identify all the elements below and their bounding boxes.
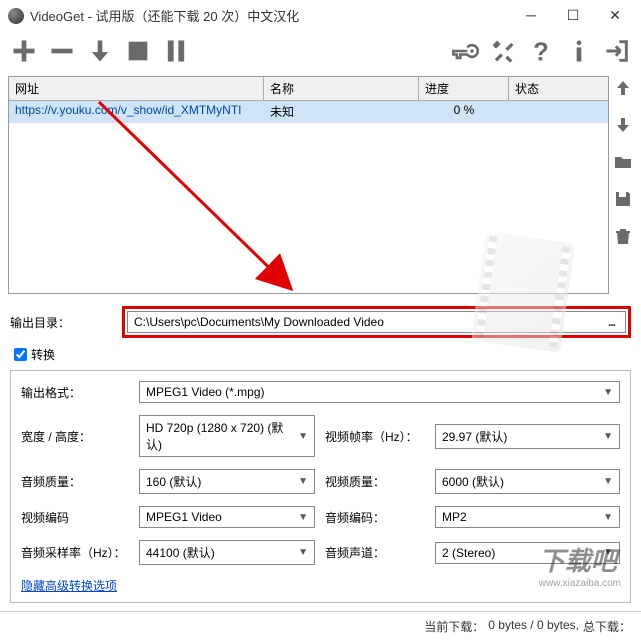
settings-icon[interactable] [489, 37, 517, 68]
col-url[interactable]: 网址 [9, 77, 264, 100]
help-icon[interactable]: ? [527, 37, 555, 68]
width-height-label: 宽度 / 高度： [21, 428, 129, 445]
outdir-value: C:\Users\pc\Documents\My Downloaded Vide… [134, 315, 604, 329]
info-icon[interactable] [565, 37, 593, 68]
width-height-select[interactable]: HD 720p (1280 x 720) (默认)▼ [139, 415, 315, 457]
video-codec-select[interactable]: MPEG1 Video▼ [139, 506, 315, 528]
outdir-highlight: C:\Users\pc\Documents\My Downloaded Vide… [122, 306, 631, 338]
open-folder-icon[interactable] [613, 152, 633, 175]
stop-button[interactable] [124, 37, 152, 68]
audio-channel-select[interactable]: 2 (Stereo)▼ [435, 542, 620, 564]
video-quality-select[interactable]: 6000 (默认)▼ [435, 469, 620, 494]
output-format-label: 输出格式： [21, 384, 129, 401]
col-status[interactable]: 状态 [509, 77, 608, 100]
settings-panel: 输出格式： MPEG1 Video (*.mpg)▼ 宽度 / 高度： HD 7… [10, 370, 631, 603]
pause-button[interactable] [162, 37, 190, 68]
chevron-down-icon: ▼ [603, 512, 613, 523]
cell-url: https://v.youku.com/v_show/id_XMTMyNTI [9, 101, 264, 122]
chevron-down-icon: ▼ [298, 431, 308, 442]
add-button[interactable] [10, 37, 38, 68]
download-button[interactable] [86, 37, 114, 68]
download-table: 网址 名称 进度 状态 https://v.youku.com/v_show/i… [8, 76, 609, 294]
remove-button[interactable] [48, 37, 76, 68]
window-title: VideoGet - 试用版（还能下载 20 次）中文汉化 [30, 6, 519, 25]
col-name[interactable]: 名称 [264, 77, 419, 100]
audio-quality-label: 音频质量： [21, 473, 129, 490]
move-down-icon[interactable] [613, 115, 633, 138]
key-icon[interactable] [451, 37, 479, 68]
audio-codec-select[interactable]: MP2▼ [435, 506, 620, 528]
hide-advanced-link[interactable]: 隐藏高级转换选项 [21, 577, 620, 594]
svg-text:?: ? [533, 38, 549, 65]
video-quality-label: 视频质量： [325, 473, 425, 490]
output-format-select[interactable]: MPEG1 Video (*.mpg)▼ [139, 381, 620, 403]
chevron-down-icon: ▼ [603, 431, 613, 442]
chevron-down-icon: ▼ [298, 547, 308, 558]
maximize-button[interactable]: ☐ [561, 7, 585, 24]
chevron-down-icon: ▼ [298, 476, 308, 487]
col-progress[interactable]: 进度 [419, 77, 509, 100]
sidebar [613, 76, 633, 294]
chevron-down-icon: ▼ [603, 476, 613, 487]
audio-sample-select[interactable]: 44100 (默认)▼ [139, 540, 315, 565]
cell-name: 未知 [264, 101, 419, 122]
toolbar: ? [0, 31, 641, 74]
close-button[interactable]: ✕ [603, 7, 627, 24]
statusbar: 当前下载： 0 bytes / 0 bytes, 总下载： [0, 611, 641, 641]
titlebar: VideoGet - 试用版（还能下载 20 次）中文汉化 ─ ☐ ✕ [0, 0, 641, 31]
move-up-icon[interactable] [613, 78, 633, 101]
minimize-button[interactable]: ─ [519, 7, 543, 24]
chevron-down-icon: ▼ [298, 512, 308, 523]
outdir-label: 输出目录： [10, 314, 110, 331]
video-fps-select[interactable]: 29.97 (默认)▼ [435, 424, 620, 449]
video-codec-label: 视频编码 [21, 509, 129, 526]
audio-codec-label: 音频编码： [325, 509, 425, 526]
audio-quality-select[interactable]: 160 (默认)▼ [139, 469, 315, 494]
audio-sample-label: 音频采样率（Hz）： [21, 544, 129, 561]
video-fps-label: 视频帧率（Hz）： [325, 428, 425, 445]
cell-status [509, 101, 608, 122]
audio-channel-label: 音频声道： [325, 544, 425, 561]
convert-label: 转换 [31, 346, 55, 363]
convert-checkbox-input[interactable] [14, 348, 27, 361]
convert-checkbox[interactable]: 转换 [14, 346, 55, 363]
save-icon[interactable] [613, 189, 633, 212]
cell-progress: 0 % [419, 101, 509, 122]
app-icon [8, 8, 24, 24]
delete-icon[interactable] [613, 226, 633, 249]
exit-icon[interactable] [603, 37, 631, 68]
outdir-input[interactable]: C:\Users\pc\Documents\My Downloaded Vide… [127, 311, 626, 333]
chevron-down-icon: ▼ [603, 387, 613, 398]
arrow-annotation [89, 92, 319, 302]
browse-button[interactable]: ... [604, 315, 619, 329]
table-row[interactable]: https://v.youku.com/v_show/id_XMTMyNTI 未… [9, 101, 608, 123]
chevron-down-icon: ▼ [603, 547, 613, 558]
